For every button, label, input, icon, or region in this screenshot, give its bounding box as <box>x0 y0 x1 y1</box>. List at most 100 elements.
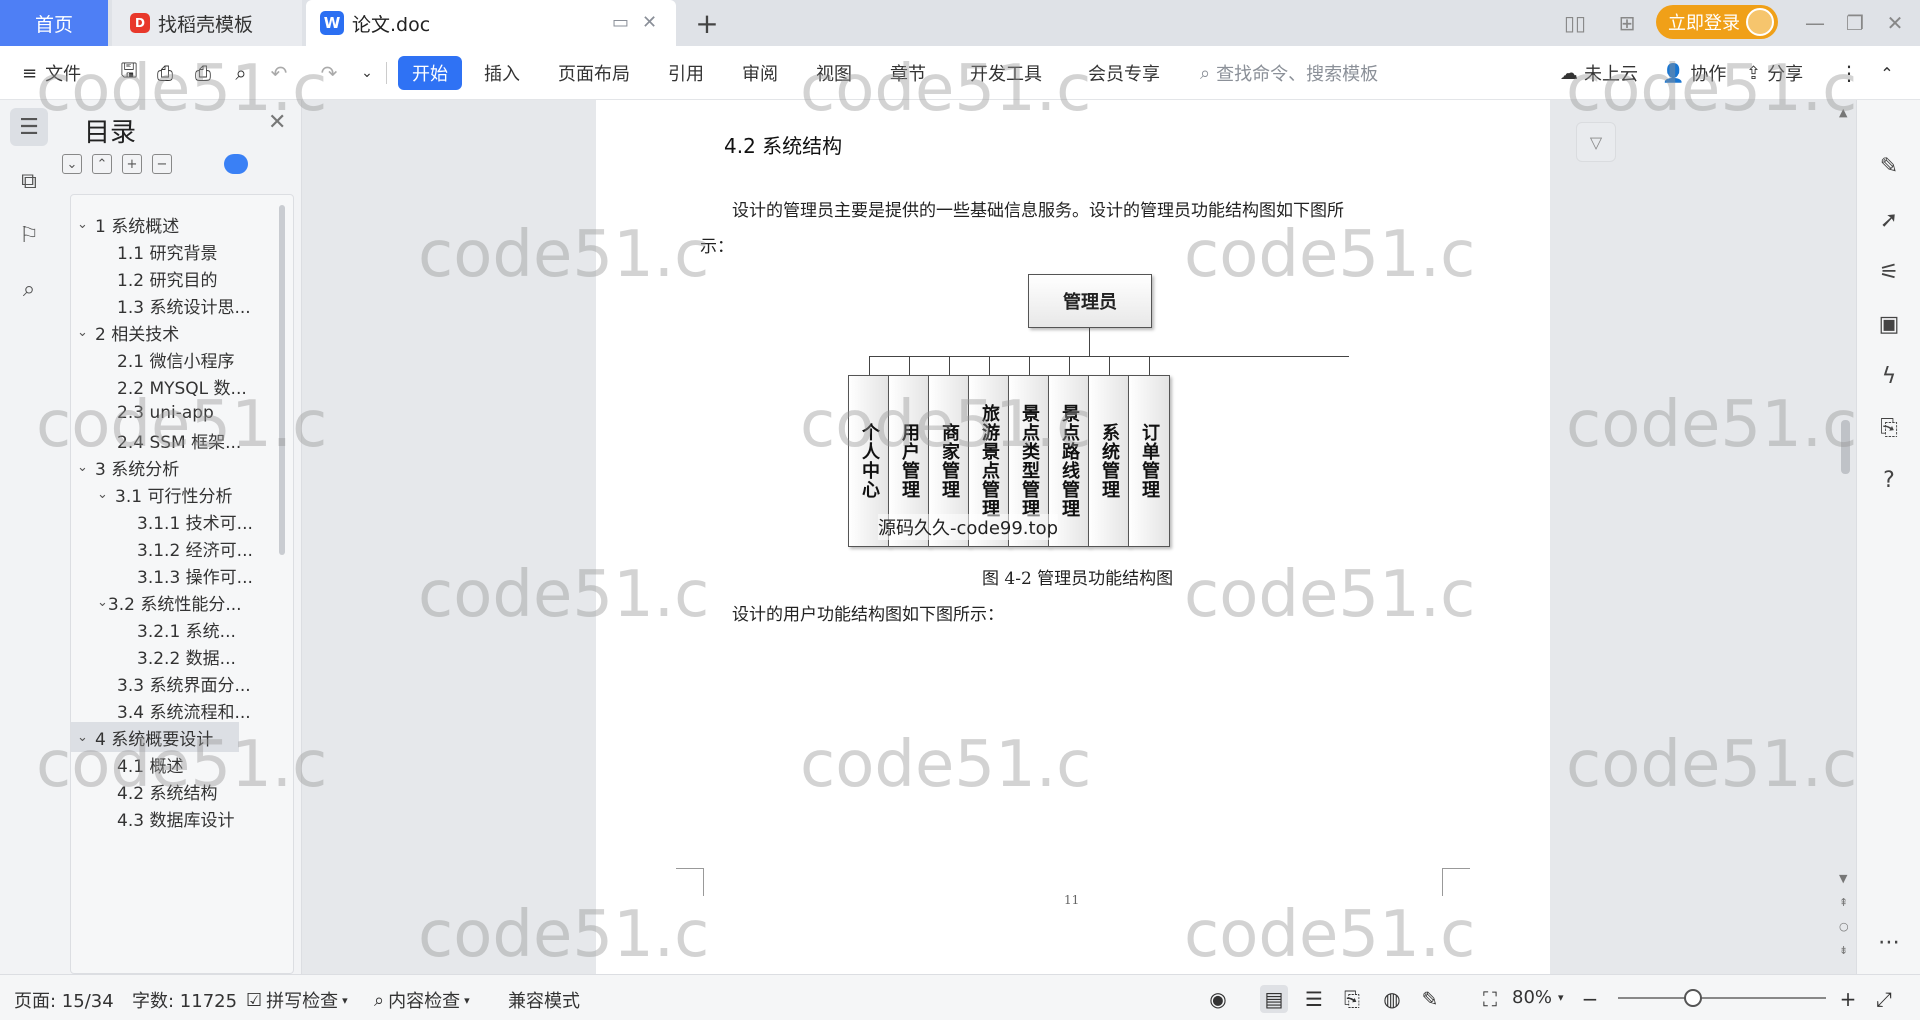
save-icon[interactable]: 🖫 <box>116 58 142 86</box>
menu-start[interactable]: 开始 <box>398 56 462 90</box>
more-vertical-icon[interactable]: ⋮ <box>1836 60 1862 86</box>
more-horizontal-icon[interactable]: ⋯ <box>1873 926 1905 958</box>
add-heading-icon[interactable]: + <box>122 154 142 174</box>
chevron-down-icon[interactable]: ⌄ <box>77 325 95 340</box>
menu-page-layout[interactable]: 页面布局 <box>558 56 630 90</box>
menu-insert[interactable]: 插入 <box>484 56 520 90</box>
lightning-icon[interactable]: ϟ <box>1873 360 1905 392</box>
cloud-status-button[interactable]: ☁ 未上云 <box>1560 56 1638 90</box>
tab-document[interactable]: W 论文.doc ▭ ✕ <box>306 0 676 46</box>
collapse-all-icon[interactable]: ⌃ <box>92 154 112 174</box>
pen-icon[interactable]: ✎ <box>1873 150 1905 182</box>
command-search[interactable]: ⌕ 查找命令、搜索模板 <box>1200 56 1378 90</box>
filter-dropdown-icon[interactable]: ▽ <box>1576 122 1616 162</box>
toc-item[interactable]: 3.2.2 数据... <box>71 641 239 671</box>
minimize-icon[interactable]: — <box>1800 8 1830 38</box>
export-pdf-icon[interactable]: ⎙ <box>152 60 178 86</box>
toc-item[interactable]: 1.3 系统设计思... <box>71 290 251 320</box>
menu-review[interactable]: 审阅 <box>742 56 778 90</box>
toc-item[interactable]: 4.3 数据库设计 <box>71 803 239 833</box>
toc-item[interactable]: 2.4 SSM 框架... <box>71 425 241 455</box>
select-browse-icon[interactable]: ○ <box>1839 920 1849 933</box>
menu-chapter[interactable]: 章节 <box>890 56 926 90</box>
fit-page-icon[interactable]: ⛶ <box>1476 985 1504 1013</box>
grid-apps-icon[interactable]: ⊞ <box>1612 8 1642 38</box>
toc-item[interactable]: ⌄ 3.2 系统性能分... <box>71 587 242 617</box>
toc-item[interactable]: 4.2 系统结构 <box>71 776 239 806</box>
menu-developer-tools[interactable]: 开发工具 <box>970 56 1042 90</box>
remove-heading-icon[interactable]: − <box>152 154 172 174</box>
vertical-scrollbar[interactable]: ▲ ▼ ⇞ ○ ⇟ <box>1836 100 1856 974</box>
help-icon[interactable]: ? <box>1873 464 1905 496</box>
share-button[interactable]: ⇪ 分享 <box>1746 56 1803 90</box>
quick-access-dropdown-icon[interactable]: ⌄ <box>354 60 380 86</box>
page-count[interactable]: 页面: 15/34 <box>14 987 114 1013</box>
expand-all-icon[interactable]: ⌄ <box>62 154 82 174</box>
chevron-down-icon[interactable]: ⌄ <box>77 217 95 232</box>
collaborate-button[interactable]: 👤 协作 <box>1662 56 1726 90</box>
content-check-button[interactable]: ⌕ 内容检查 ▾ <box>374 987 470 1013</box>
zoom-out-icon[interactable]: − <box>1576 985 1604 1013</box>
print-icon[interactable]: ⎙ <box>190 60 216 86</box>
web-view-icon[interactable]: ◍ <box>1378 985 1406 1013</box>
toc-item[interactable]: 2.3 uni-app <box>71 398 239 428</box>
chevron-down-icon[interactable]: ⌄ <box>77 730 95 745</box>
scrollbar-thumb[interactable] <box>1841 420 1850 474</box>
bookmark-icon[interactable]: ⚐ <box>10 216 48 254</box>
zoom-slider-knob[interactable] <box>1684 989 1702 1007</box>
close-tab-icon[interactable]: ✕ <box>642 12 657 33</box>
menu-view[interactable]: 视图 <box>816 56 852 90</box>
toc-scrollbar[interactable] <box>279 205 285 555</box>
scroll-down-icon[interactable]: ▼ <box>1839 872 1847 885</box>
toc-item[interactable]: 3.2.1 系统... <box>71 614 239 644</box>
zoom-slider[interactable] <box>1618 997 1826 999</box>
scroll-up-icon[interactable]: ▲ <box>1839 106 1847 119</box>
toc-item[interactable]: 3.1.1 技术可... <box>71 506 253 536</box>
adjust-sliders-icon[interactable]: ⚟ <box>1873 256 1905 288</box>
redo-icon[interactable]: ↷ <box>316 60 342 86</box>
toc-item[interactable]: 3.1.3 操作可... <box>71 560 253 590</box>
toc-item[interactable]: 2.1 微信小程序 <box>71 344 239 374</box>
toc-item[interactable]: ⌄ 3.1 可行性分析 <box>71 479 239 509</box>
toc-item[interactable]: 1.1 研究背景 <box>71 236 239 266</box>
file-menu[interactable]: ≡ 文件 <box>22 56 81 90</box>
image-tools-icon[interactable]: ▣ <box>1873 308 1905 340</box>
monitor-icon[interactable]: ▭ <box>612 12 629 33</box>
toc-nav-icon[interactable]: ☰ <box>10 108 48 146</box>
print-preview-icon[interactable]: ⌕ <box>228 60 254 86</box>
chapter-nav-icon[interactable]: ⧉ <box>10 162 48 200</box>
toc-item[interactable]: ⌄ 4 系统概要设计 <box>71 722 239 752</box>
outline-view-icon[interactable]: ☰ <box>1300 985 1328 1013</box>
book-read-icon[interactable]: ⎘ <box>1873 412 1905 444</box>
collapse-ribbon-icon[interactable]: ⌃ <box>1874 60 1900 86</box>
prev-page-icon[interactable]: ⇞ <box>1839 896 1848 909</box>
reading-layout-icon[interactable]: ▯▯ <box>1560 8 1590 38</box>
cursor-select-icon[interactable]: ➚ <box>1873 204 1905 236</box>
zoom-in-icon[interactable]: + <box>1834 985 1862 1013</box>
write-mode-icon[interactable]: ✎ <box>1416 985 1444 1013</box>
eye-protect-icon[interactable]: ◉ <box>1204 985 1232 1013</box>
ai-toc-icon[interactable] <box>224 154 248 174</box>
menu-member[interactable]: 会员专享 <box>1088 56 1160 90</box>
toc-item[interactable]: 3.3 系统界面分... <box>71 668 251 698</box>
fullscreen-icon[interactable]: ⤢ <box>1870 985 1898 1013</box>
undo-icon[interactable]: ↶ <box>266 60 292 86</box>
toc-item[interactable]: ⌄ 1 系统概述 <box>71 209 239 239</box>
close-window-icon[interactable]: ✕ <box>1880 8 1910 38</box>
word-count[interactable]: 字数: 11725 <box>132 987 237 1013</box>
spell-check-button[interactable]: ☑ 拼写检查 ▾ <box>246 987 348 1013</box>
chevron-down-icon[interactable]: ⌄ <box>77 460 95 475</box>
toc-item[interactable]: 4.1 概述 <box>71 749 239 779</box>
toc-item[interactable]: 3.4 系统流程和... <box>71 695 251 725</box>
page-view-icon[interactable]: ▤ <box>1260 985 1288 1013</box>
chevron-down-icon[interactable]: ⌄ <box>97 595 108 610</box>
new-tab-button[interactable]: + <box>690 6 724 40</box>
tab-home[interactable]: 首页 <box>0 0 108 46</box>
toc-item[interactable]: ⌄ 3 系统分析 <box>71 452 239 482</box>
toc-item[interactable]: 3.1.2 经济可... <box>71 533 253 563</box>
document-page[interactable]: 4.2 系统结构 设计的管理员主要是提供的一些基础信息服务。设计的管理员功能结构… <box>596 100 1550 974</box>
login-button[interactable]: 立即登录 <box>1656 5 1778 39</box>
toc-item[interactable]: 1.2 研究目的 <box>71 263 239 293</box>
next-page-icon[interactable]: ⇟ <box>1839 944 1848 957</box>
toc-item[interactable]: 2.2 MYSQL 数... <box>71 371 247 401</box>
